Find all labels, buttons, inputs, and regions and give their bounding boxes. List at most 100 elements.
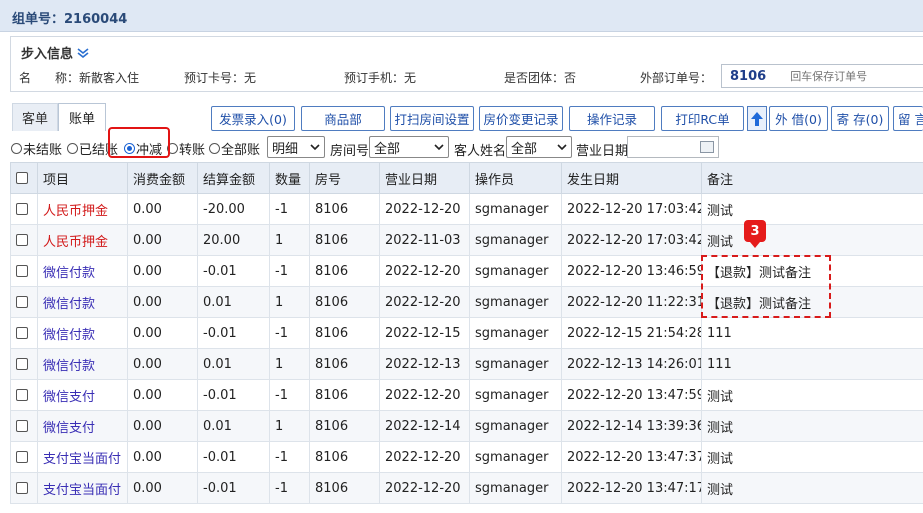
col-header: 发生日期 xyxy=(561,162,702,194)
message-button[interactable]: 留 言 xyxy=(893,106,923,131)
invoice-entry-button[interactable]: 发票录入(0) xyxy=(211,106,295,131)
table-cell: 0.00 xyxy=(127,410,198,442)
table-cell: -0.01 xyxy=(197,472,270,504)
table-cell: sgmanager xyxy=(469,317,562,349)
table-cell: -0.01 xyxy=(197,255,270,287)
table-cell: sgmanager xyxy=(469,193,562,225)
table-cell[interactable]: 支付宝当面付 xyxy=(37,441,128,473)
room-select[interactable]: 全部 xyxy=(369,136,449,158)
table-row[interactable]: 微信付款 0.00 0.01 1 8106 2022-12-13 sgmanager 2022… xyxy=(10,348,923,380)
table-cell: -1 xyxy=(269,441,310,473)
table-cell[interactable]: 微信付款 xyxy=(37,286,128,318)
business-date-input[interactable] xyxy=(627,136,719,158)
table-cell: 0.00 xyxy=(127,193,198,225)
table-cell: sgmanager xyxy=(469,224,562,256)
table-cell[interactable]: 人民币押金 xyxy=(37,224,128,256)
table-cell[interactable]: 支付宝当面付 xyxy=(37,472,128,504)
external-order-value: 8106 xyxy=(730,68,767,84)
double-chevron-down-icon[interactable] xyxy=(77,47,89,58)
row-checkbox[interactable] xyxy=(10,472,38,504)
row-checkbox[interactable] xyxy=(10,410,38,442)
step-info-title[interactable]: 步入信息 xyxy=(21,43,89,62)
table-cell: 2022-12-14 13:39:36 xyxy=(561,410,702,442)
table-cell: 1 xyxy=(269,224,310,256)
table-cell[interactable]: 微信付款 xyxy=(37,317,128,349)
table-cell: 0.01 xyxy=(197,286,270,318)
tab-guest-bill[interactable]: 客单 xyxy=(12,103,58,131)
lend-out-button[interactable]: 外 借(0) xyxy=(769,106,828,131)
table-row[interactable]: 微信付款 0.00 -0.01 -1 8106 2022-12-15 sgmanager 20… xyxy=(10,317,923,349)
bill-table: 项目 消费金额 结算金额 数量 房号 营业日期 操作员 发生日期 备注 人民币押… xyxy=(10,162,923,504)
table-row[interactable]: 支付宝当面付 0.00 -0.01 -1 8106 2022-12-20 sgmanager… xyxy=(10,441,923,473)
table-cell: -0.01 xyxy=(197,441,270,473)
row-checkbox[interactable] xyxy=(10,193,38,225)
calendar-icon[interactable] xyxy=(700,141,714,153)
table-cell: 1 xyxy=(269,410,310,442)
table-cell: -20.00 xyxy=(197,193,270,225)
chevron-down-icon xyxy=(310,144,320,151)
table-cell: 0.00 xyxy=(127,379,198,411)
tab-bill[interactable]: 账单 xyxy=(58,103,106,131)
guest-name-select[interactable]: 全部 xyxy=(506,136,572,158)
external-order-placeholder[interactable] xyxy=(790,69,911,83)
table-cell[interactable]: 微信付款 xyxy=(37,255,128,287)
clean-room-settings-button[interactable]: 打扫房间设置 xyxy=(390,106,474,131)
table-cell: -1 xyxy=(269,379,310,411)
annotation-dashed-box xyxy=(701,255,831,318)
table-cell: 测试 xyxy=(701,379,923,411)
operation-log-button[interactable]: 操作记录 xyxy=(569,106,655,131)
table-row[interactable]: 微信支付 0.00 -0.01 -1 8106 2022-12-20 sgmanager 20… xyxy=(10,379,923,411)
table-cell: 2022-12-20 17:03:42 xyxy=(561,193,702,225)
scroll-up-button[interactable] xyxy=(747,106,767,131)
table-cell: 8106 xyxy=(309,286,380,318)
table-row[interactable]: 人民币押金 0.00 20.00 1 8106 2022-11-03 sgmanager 20… xyxy=(10,224,923,256)
external-order-input[interactable]: 8106 xyxy=(721,64,923,88)
table-cell[interactable]: 微信支付 xyxy=(37,410,128,442)
table-row[interactable]: 微信支付 0.00 0.01 1 8106 2022-12-14 sgmanager 2022… xyxy=(10,410,923,442)
row-checkbox[interactable] xyxy=(10,286,38,318)
table-cell[interactable]: 微信付款 xyxy=(37,348,128,380)
col-header: 操作员 xyxy=(469,162,562,194)
row-checkbox[interactable] xyxy=(10,379,38,411)
table-cell: 2022-12-20 13:47:37 xyxy=(561,441,702,473)
table-row[interactable]: 人民币押金 0.00 -20.00 -1 8106 2022-12-20 sgmanager… xyxy=(10,193,923,225)
table-cell: 8106 xyxy=(309,348,380,380)
radio-transfer[interactable]: 转账 xyxy=(167,139,205,158)
radio-circle-icon xyxy=(11,143,22,154)
table-cell: 0.00 xyxy=(127,441,198,473)
table-cell: 8106 xyxy=(309,441,380,473)
row-checkbox[interactable] xyxy=(10,224,38,256)
table-cell: sgmanager xyxy=(469,348,562,380)
table-cell: sgmanager xyxy=(469,286,562,318)
table-cell: 测试 xyxy=(701,224,923,256)
row-checkbox[interactable] xyxy=(10,348,38,380)
table-cell: 0.01 xyxy=(197,348,270,380)
field-name: 名 称：新散客入住 xyxy=(19,71,140,85)
row-checkbox[interactable] xyxy=(10,255,38,287)
table-cell: 1 xyxy=(269,348,310,380)
table-row[interactable]: 支付宝当面付 0.00 -0.01 -1 8106 2022-12-20 sgmanager… xyxy=(10,472,923,504)
row-checkbox[interactable] xyxy=(10,317,38,349)
chevron-down-icon xyxy=(557,144,567,151)
col-header: 房号 xyxy=(309,162,380,194)
table-cell: 2022-12-20 xyxy=(379,286,470,318)
table-cell: 2022-12-20 11:22:31 xyxy=(561,286,702,318)
row-checkbox[interactable] xyxy=(10,441,38,473)
goods-dept-button[interactable]: 商品部 xyxy=(301,106,385,131)
table-cell: -0.01 xyxy=(197,317,270,349)
annotation-badge: 3 xyxy=(744,220,766,248)
table-cell: 8106 xyxy=(309,255,380,287)
table-cell: 2022-12-20 13:47:17 xyxy=(561,472,702,504)
rate-change-log-button[interactable]: 房价变更记录 xyxy=(479,106,563,131)
print-rc-button[interactable]: 打印RC单 xyxy=(661,106,744,131)
table-cell[interactable]: 人民币押金 xyxy=(37,193,128,225)
radio-unsettled[interactable]: 未结账 xyxy=(11,139,62,158)
table-cell: 8106 xyxy=(309,472,380,504)
table-cell[interactable]: 微信支付 xyxy=(37,379,128,411)
select-all-checkbox[interactable] xyxy=(10,162,38,194)
deposit-button[interactable]: 寄 存(0) xyxy=(831,106,889,131)
detail-mode-select[interactable]: 明细 xyxy=(267,136,325,158)
table-cell: 2022-12-20 xyxy=(379,193,470,225)
radio-all[interactable]: 全部账 xyxy=(209,139,260,158)
table-cell: 2022-12-20 17:03:42 xyxy=(561,224,702,256)
